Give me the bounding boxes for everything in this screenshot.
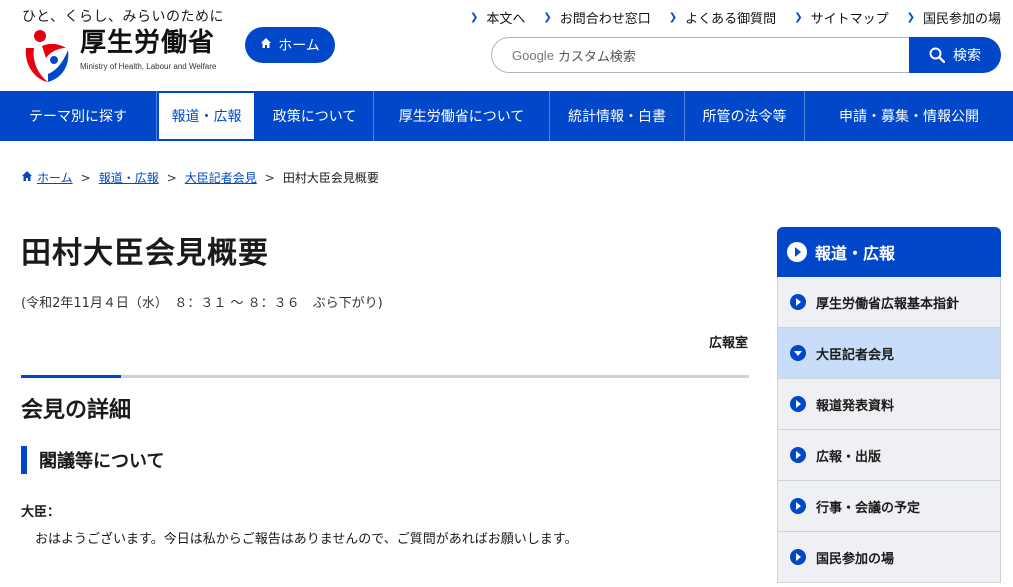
sidebar-item-public-participation[interactable]: 国民参加の場 <box>777 532 1001 583</box>
breadcrumb-press[interactable]: 報道・広報 <box>99 169 159 186</box>
circle-arrow-icon <box>787 242 807 262</box>
chevron-right-icon: ❯ <box>469 12 479 23</box>
search-icon <box>929 47 945 63</box>
breadcrumb: ホーム > 報道・広報 > 大臣記者会見 > 田村大臣会見概要 <box>21 169 379 186</box>
search-placeholder: カスタム検索 <box>557 49 636 65</box>
breadcrumb-press-conference[interactable]: 大臣記者会見 <box>185 169 257 186</box>
page-title: 田村大臣会見概要 <box>21 236 269 271</box>
gnav-item-statistics[interactable]: 統計情報・白書 <box>550 91 685 141</box>
gnav-item-laws[interactable]: 所管の法令等 <box>685 91 805 141</box>
home-icon <box>21 170 33 185</box>
sidebar-item-events[interactable]: 行事・会議の予定 <box>777 481 1001 532</box>
speech-text: おはようございます。今日は私からご報告はありませんので、ご質問があればお願いしま… <box>35 532 578 547</box>
util-link-contact[interactable]: ❯ お問合わせ窓口 <box>543 8 650 27</box>
chevron-right-icon: ❯ <box>668 12 678 23</box>
chevron-right-icon: ❯ <box>543 12 552 23</box>
search-button[interactable]: 検索 <box>909 37 1001 73</box>
circle-arrow-down-icon <box>790 345 806 361</box>
circle-arrow-right-icon <box>790 498 806 514</box>
breadcrumb-separator: > <box>166 170 177 185</box>
gnav-item-applications[interactable]: 申請・募集・情報公開 <box>805 91 1013 141</box>
sidebar-heading[interactable]: 報道・広報 <box>777 227 1001 277</box>
home-button-label: ホーム <box>278 38 320 54</box>
gnav-item-press[interactable]: 報道・広報 <box>157 91 256 141</box>
site-search: Google カスタム検索 検索 <box>491 37 1001 73</box>
breadcrumb-separator: > <box>80 170 91 185</box>
circle-arrow-right-icon <box>790 447 806 463</box>
conference-date: (令和2年11月４日（水） ８：３１ ～ ８：３６ ぶら下がり) <box>21 296 383 311</box>
logo-subtitle: Ministry of Health, Labour and Welfare <box>80 62 217 71</box>
gnav-item-search-by-theme[interactable]: テーマ別に探す <box>0 91 157 141</box>
section-divider <box>21 375 749 378</box>
sidebar-item-press-releases[interactable]: 報道発表資料 <box>777 379 1001 430</box>
circle-arrow-right-icon <box>790 396 806 412</box>
util-link-public-participation[interactable]: ❯ 国民参加の場 <box>907 8 1001 27</box>
chevron-right-icon: ❯ <box>906 12 915 23</box>
gnav-item-about-ministry[interactable]: 厚生労働省について <box>374 91 550 141</box>
sidebar-item-press-conference[interactable]: 大臣記者会見 <box>777 328 1001 379</box>
search-brand: Google <box>512 47 554 63</box>
util-link-skip-to-content[interactable]: ❯ 本文へ <box>470 8 525 27</box>
util-link-faq[interactable]: ❯ よくある御質問 <box>669 8 776 27</box>
site-logo[interactable]: 厚生労働省 Ministry of Health, Labour and Wel… <box>20 26 216 84</box>
speaker-label: 大臣： <box>21 505 61 520</box>
circle-arrow-right-icon <box>790 549 806 565</box>
breadcrumb-current: 田村大臣会見概要 <box>282 171 379 185</box>
divider-accent <box>21 375 121 378</box>
home-button[interactable]: ホーム <box>245 27 335 63</box>
utility-nav: ❯ 本文へ ❯ お問合わせ窓口 ❯ よくある御質問 ❯ サイトマップ ❯ 国民参加の場 <box>452 8 1001 27</box>
global-nav: テーマ別に探す 報道・広報 政策について 厚生労働省について 統計情報・白書 所… <box>0 91 1013 141</box>
gnav-item-policy[interactable]: 政策について <box>256 91 374 141</box>
mhlw-logo-icon <box>20 26 74 84</box>
logo-title: 厚生労働省 <box>80 28 216 58</box>
sidebar-item-publications[interactable]: 広報・出版 <box>777 430 1001 481</box>
tagline: ひと、くらし、みらいのために <box>22 9 225 25</box>
sidebar-item-pr-guidelines[interactable]: 厚生労働省広報基本指針 <box>777 277 1001 328</box>
util-link-sitemap[interactable]: ❯ サイトマップ <box>794 8 888 27</box>
search-input[interactable]: Google カスタム検索 <box>491 37 911 73</box>
sidebar: 報道・広報 厚生労働省広報基本指針 大臣記者会見 報道発表資料 広報・出版 行事… <box>777 227 1001 583</box>
breadcrumb-separator: > <box>264 170 275 185</box>
chevron-right-icon: ❯ <box>794 12 803 23</box>
section-heading: 会見の詳細 <box>21 398 132 423</box>
office-name: 広報室 <box>708 336 748 351</box>
breadcrumb-home[interactable]: ホーム <box>37 169 73 186</box>
site-header: ひと、くらし、みらいのために 厚生労働省 Ministry of Health,… <box>0 0 1013 91</box>
circle-arrow-right-icon <box>790 294 806 310</box>
subsection-heading: 閣議等について <box>21 446 164 474</box>
home-icon <box>260 37 272 53</box>
search-button-label: 検索 <box>953 48 981 64</box>
